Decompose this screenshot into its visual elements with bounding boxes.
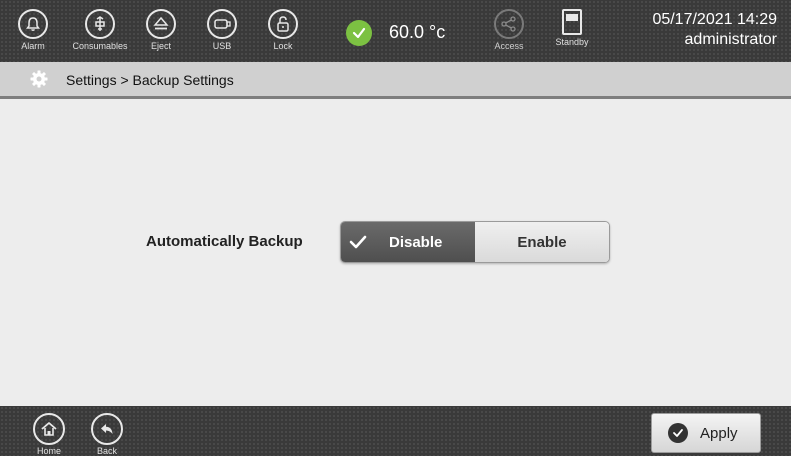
automatically-backup-label: Automatically Backup xyxy=(146,233,303,250)
consumables-icon xyxy=(85,9,115,39)
consumables-button[interactable]: Consumables xyxy=(70,9,130,59)
disable-option[interactable]: Disable xyxy=(341,222,475,262)
breadcrumb-text: Settings > Backup Settings xyxy=(66,72,234,88)
access-button[interactable]: Access xyxy=(479,9,539,59)
apply-label: Apply xyxy=(700,424,738,442)
breadcrumb: Settings > Backup Settings xyxy=(0,62,791,99)
eject-button[interactable]: Eject xyxy=(131,9,191,59)
backup-toggle: Disable Enable xyxy=(340,221,610,263)
top-toolbar: Alarm Consumables Eject USB Lock 60.0 °c… xyxy=(0,0,791,62)
standby-icon xyxy=(562,9,582,35)
standby-label: Standby xyxy=(555,37,589,47)
enable-label: Enable xyxy=(517,233,567,251)
back-label: Back xyxy=(96,446,117,456)
back-icon xyxy=(91,413,123,445)
checkmark-icon xyxy=(349,235,367,249)
lock-button[interactable]: Lock xyxy=(253,9,313,59)
status-info: 05/17/2021 14:29 administrator xyxy=(652,10,777,50)
bottom-toolbar: Home Back Apply xyxy=(0,406,791,456)
unlock-icon xyxy=(268,9,298,39)
temperature-ok-icon xyxy=(346,20,372,46)
bell-icon xyxy=(18,9,48,39)
usb-icon xyxy=(207,9,237,39)
home-icon xyxy=(33,413,65,445)
temperature-value: 60.0 °c xyxy=(389,22,446,42)
consumables-label: Consumables xyxy=(72,41,128,51)
back-button[interactable]: Back xyxy=(84,413,130,456)
main-content: Automatically Backup Disable Enable xyxy=(0,99,791,406)
disable-label: Disable xyxy=(389,233,443,251)
access-label: Access xyxy=(494,41,524,51)
usb-button[interactable]: USB xyxy=(192,9,252,59)
enable-option[interactable]: Enable xyxy=(475,222,609,262)
share-icon xyxy=(494,9,524,39)
home-button[interactable]: Home xyxy=(26,413,72,456)
alarm-button[interactable]: Alarm xyxy=(3,9,63,59)
datetime: 05/17/2021 14:29 xyxy=(652,11,777,28)
apply-button[interactable]: Apply xyxy=(651,413,761,453)
standby-button[interactable]: Standby xyxy=(542,9,602,59)
current-user: administrator xyxy=(684,31,777,48)
alarm-label: Alarm xyxy=(21,41,45,51)
eject-label: Eject xyxy=(150,41,171,51)
usb-label: USB xyxy=(212,41,232,51)
lock-label: Lock xyxy=(273,41,293,51)
home-label: Home xyxy=(36,446,61,456)
gear-icon xyxy=(30,70,48,88)
eject-icon xyxy=(146,9,176,39)
check-circle-icon xyxy=(668,423,688,443)
